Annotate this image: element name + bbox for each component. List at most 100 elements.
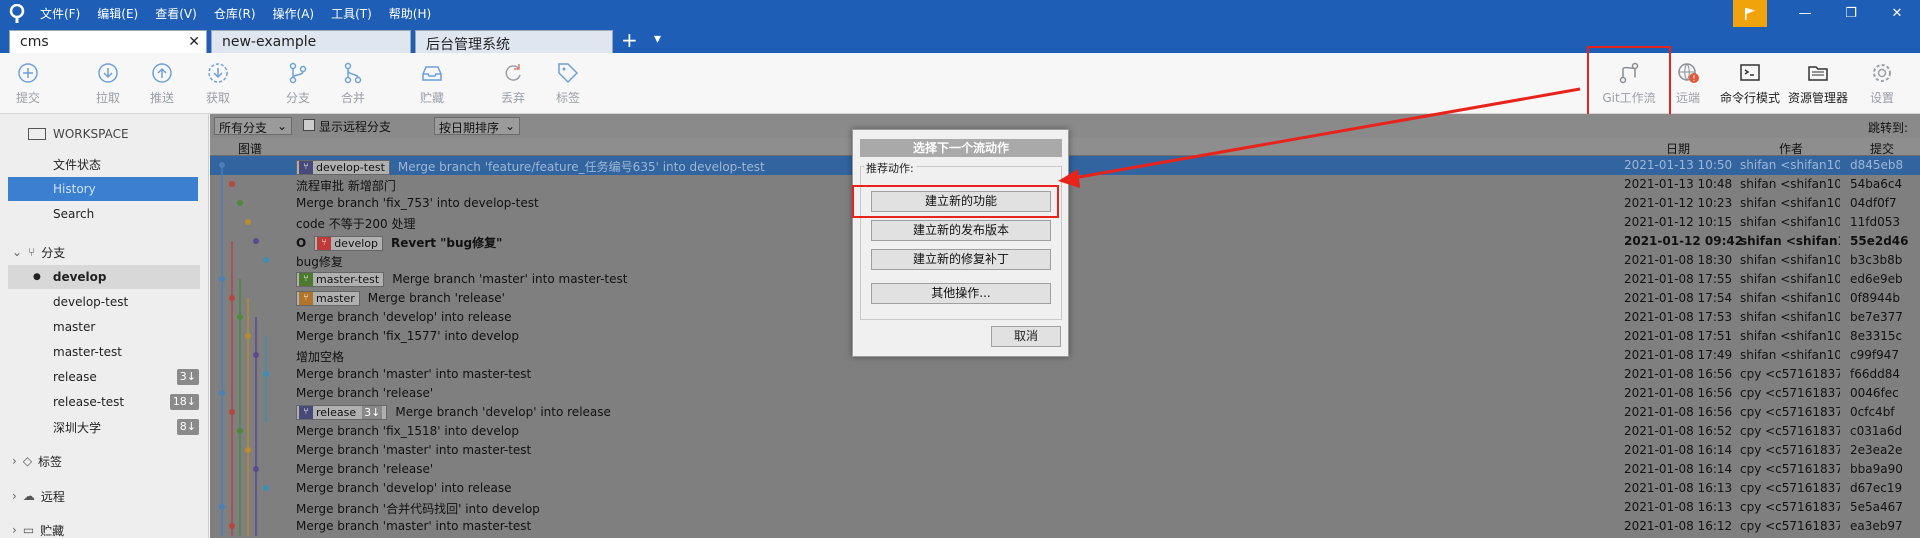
menu-item[interactable]: 仓库(R) [214,5,256,22]
table-row[interactable]: Merge branch 'master' into master-test 20… [210,365,1920,384]
tab-backend-admin[interactable]: 后台管理系统 [415,30,613,53]
table-row[interactable]: Merge branch '合并代码找回' into develop 2021-0… [210,498,1920,517]
tags-header[interactable]: › ◇ 标签 [0,449,209,473]
branch-tag[interactable]: ⑂ develop [314,236,383,251]
new-hotfix-button[interactable]: 建立新的修复补丁 [871,249,1051,270]
graph-commit-node [253,466,259,472]
commit-hash: c99f947 [1850,348,1899,362]
menu-item[interactable]: 帮助(H) [389,5,431,22]
table-row[interactable]: Merge branch 'master' into master-test 20… [210,441,1920,460]
commit-message: Merge branch 'release' [296,386,434,400]
sidebar-item-search[interactable]: Search [0,202,209,226]
graph-commit-node [219,390,225,396]
branch-icon: ⑂ [299,273,313,286]
tag-icon [558,63,579,84]
col-graph[interactable]: 图谱 [238,140,262,157]
menu-item[interactable]: 文件(F) [40,5,80,22]
sidebar-item-branch[interactable]: release-test 18↓ [0,390,209,414]
add-tab-button[interactable]: + [621,28,638,52]
discard-button[interactable]: 丢弃 [489,61,537,106]
pull-button[interactable]: 拉取 [84,61,132,106]
workspace-header[interactable]: WORKSPACE [0,122,209,146]
commit-message-cell: ⑂ master-test Merge branch 'master' into m… [296,272,627,287]
table-row[interactable]: Merge branch 'master' into master-test 20… [210,517,1920,536]
commit-author: cpy <c57161837 [1740,443,1840,457]
commit-message-cell: ⑂ release 3↓ Merge branch 'develop' into re… [296,405,611,420]
commit-author: shifan <shifan10 [1740,329,1840,343]
cancel-button[interactable]: 取消 [991,326,1061,347]
graph-commit-node [253,238,259,244]
remote-button[interactable]: ! 远端 [1664,61,1712,106]
menu-item[interactable]: 编辑(E) [97,5,138,22]
restore-icon[interactable]: ❐ [1828,0,1874,27]
commit-date: 2021-01-12 09:42 [1624,234,1744,248]
commit-author: cpy <c57161837 [1740,462,1840,476]
branch-filter-select[interactable]: 所有分支 ⌄ [214,117,292,135]
menu-item[interactable]: 工具(T) [331,5,372,22]
branches-header[interactable]: ⌄ ⑂ 分支 [0,240,209,264]
table-row[interactable]: Merge branch 'release' 2021-01-08 16:56 cp… [210,384,1920,403]
push-button[interactable]: 推送 [138,61,186,106]
dialog-title: 选择下一个流动作 [860,139,1062,157]
branch-tag[interactable]: ⑂ develop-test [296,160,390,175]
file-status-label: 文件状态 [53,157,102,172]
notification-flag-icon[interactable] [1733,0,1767,27]
sidebar-item-history[interactable]: History [8,177,198,201]
tag-button[interactable]: 标签 [544,61,592,106]
branch-tag-label: master [316,292,355,305]
commit-date: 2021-01-08 17:55 [1624,272,1733,286]
table-row[interactable]: Merge branch 'release' 2021-01-08 16:14 cp… [210,460,1920,479]
sidebar-item-branch[interactable]: ● develop [8,265,200,289]
merge-label: 合并 [340,91,365,105]
explorer-button[interactable]: 资源管理器 [1786,61,1850,106]
tab-dropdown-icon[interactable]: ▾ [654,31,661,47]
terminal-button[interactable]: 命令行模式 [1718,61,1782,106]
tab-close-icon[interactable]: ✕ [188,34,200,50]
other-actions-button[interactable]: 其他操作... [871,283,1051,304]
table-row[interactable]: Merge branch 'fix_1518' into develop 2021… [210,422,1920,441]
col-date[interactable]: 日期 [1666,140,1690,157]
tab-cms[interactable]: cms ✕ [9,30,207,53]
stash-button[interactable]: 贮藏 [408,61,456,106]
menu-item[interactable]: 查看(V) [155,5,197,22]
commit-message-cell: Merge branch 'master' into master-test [296,367,531,381]
minimize-icon[interactable]: — [1782,0,1828,27]
branch-icon: ⑂ [299,161,313,174]
new-release-button[interactable]: 建立新的发布版本 [871,220,1051,241]
show-remote-checkbox[interactable] [303,119,315,131]
remote-header[interactable]: › ☁ 远程 [0,484,209,508]
branch-tag[interactable]: ⑂ master [296,291,360,306]
behind-count-badge: 18↓ [169,394,199,410]
branch-tag[interactable]: ⑂ release 3↓ [296,405,388,420]
behind-count-badge: 3↓ [176,369,199,385]
stash-icon: ▭ [22,523,35,537]
sidebar-item-branch[interactable]: master-test [0,340,209,364]
table-row[interactable]: ⑂ release 3↓ Merge branch 'develop' into re… [210,403,1920,422]
settings-button[interactable]: 设置 [1858,61,1906,106]
commit-message-cell: Merge branch 'release' [296,462,433,476]
menu-item[interactable]: 操作(A) [273,5,315,22]
branch-button[interactable]: 分支 [274,61,322,106]
sort-select[interactable]: 按日期排序 ⌄ [434,117,520,135]
chevron-down-icon: ⌄ [276,119,287,133]
sidebar-item-branch[interactable]: master [0,315,209,339]
col-commit[interactable]: 提交 [1870,140,1894,157]
table-row[interactable]: Merge branch 'develop' into release 2021-… [210,479,1920,498]
merge-button[interactable]: 合并 [329,61,377,106]
sidebar-item-branch[interactable]: develop-test [0,290,209,314]
sidebar-item-file-status[interactable]: 文件状态 [0,152,209,176]
sidebar-item-branch[interactable]: release 3↓ [0,365,209,389]
stash-header[interactable]: › ▭ 贮藏 [0,518,209,538]
folder-icon [1808,66,1828,81]
commit-author: cpy <c57161837 [1740,367,1840,381]
close-window-icon[interactable]: ✕ [1874,0,1920,27]
history-label: History [53,182,96,196]
commit-author: cpy <c57161837 [1740,500,1840,514]
branch-icon: ⑂ [299,292,313,305]
branch-tag[interactable]: ⑂ master-test [296,272,385,287]
sidebar-item-branch[interactable]: 深圳大学 8↓ [0,415,209,439]
fetch-button[interactable]: 获取 [194,61,242,106]
col-author[interactable]: 作者 [1779,140,1803,157]
commit-button[interactable]: 提交 [4,61,52,106]
tab-new-example[interactable]: new-example [211,30,411,53]
